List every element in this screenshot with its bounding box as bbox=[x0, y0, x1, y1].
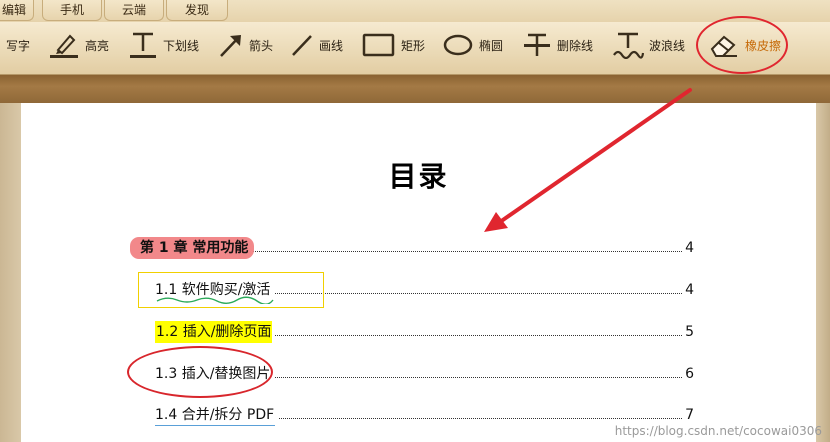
line-tool-label: 画线 bbox=[319, 38, 344, 53]
diagonal-arrow-icon bbox=[218, 31, 244, 59]
toc-leader-dots bbox=[279, 418, 684, 419]
eraser-callout-circle bbox=[696, 16, 788, 74]
tab-bar: 编辑 手机 云端 发现 bbox=[0, 0, 830, 22]
toc-leader-dots bbox=[275, 335, 684, 336]
wavy-line-tool-label: 波浪线 bbox=[649, 38, 686, 53]
highlight-tool-label: 高亮 bbox=[85, 38, 110, 53]
page-title: 目录 bbox=[388, 160, 449, 193]
arrow-tool-button[interactable]: 箭头 bbox=[218, 28, 273, 62]
write-tool-button[interactable]: 写字 bbox=[6, 28, 30, 62]
document-page: 目录 第 1 章 常用功能 4 1.1 软件购买/激活 4 1.2 插入/删除页… bbox=[21, 103, 816, 442]
line-tool-button[interactable]: 画线 bbox=[290, 28, 343, 62]
wavy-line-tool-button[interactable]: 波浪线 bbox=[612, 28, 685, 62]
toc-entry[interactable]: 第 1 章 常用功能 4 bbox=[130, 237, 694, 259]
wood-frame-right bbox=[816, 103, 830, 442]
rectangle-icon bbox=[362, 31, 396, 59]
underline-annotation bbox=[155, 425, 275, 426]
underline-text-icon bbox=[128, 31, 158, 59]
strikethrough-icon bbox=[522, 31, 552, 59]
toc-page-number: 7 bbox=[683, 404, 694, 426]
highlighter-icon bbox=[48, 31, 80, 59]
highlight-tool-button[interactable]: 高亮 bbox=[48, 28, 109, 62]
toc-leader-dots bbox=[275, 377, 684, 378]
wavy-underline-icon bbox=[612, 31, 644, 59]
strikethrough-tool-label: 删除线 bbox=[557, 38, 594, 53]
tab-cloud[interactable]: 云端 bbox=[104, 0, 164, 21]
toc-page-number: 5 bbox=[683, 321, 694, 343]
tab-mobile[interactable]: 手机 bbox=[42, 0, 102, 21]
toc-entry[interactable]: 1.2 插入/删除页面 5 bbox=[155, 321, 694, 343]
line-icon bbox=[290, 31, 314, 59]
wood-frame-left bbox=[0, 103, 21, 442]
toc-entry-label: 1.2 插入/删除页面 bbox=[155, 321, 273, 343]
underline-tool-button[interactable]: 下划线 bbox=[128, 28, 199, 62]
wood-divider bbox=[0, 75, 830, 103]
toc-page-number: 6 bbox=[683, 363, 694, 385]
toc-entry-label: 1.4 合并/拆分 PDF bbox=[155, 404, 277, 426]
toc-page-number: 4 bbox=[683, 237, 694, 259]
write-tool-label: 写字 bbox=[6, 38, 31, 53]
underline-tool-label: 下划线 bbox=[163, 38, 200, 53]
watermark: https://blog.csdn.net/cocowai0306 bbox=[614, 424, 822, 438]
ellipse-tool-label: 椭圆 bbox=[479, 38, 504, 53]
tab-discover[interactable]: 发现 bbox=[166, 0, 228, 21]
rectangle-annotation bbox=[138, 272, 324, 308]
toc-leader-dots bbox=[275, 293, 684, 294]
ellipse-icon bbox=[442, 31, 474, 59]
strikethrough-tool-button[interactable]: 删除线 bbox=[522, 28, 593, 62]
rectangle-tool-label: 矩形 bbox=[401, 38, 426, 53]
tab-edit[interactable]: 编辑 bbox=[0, 0, 34, 21]
toc-entry-label: 第 1 章 常用功能 bbox=[130, 237, 255, 259]
ellipse-annotation bbox=[127, 346, 273, 398]
rectangle-tool-button[interactable]: 矩形 bbox=[362, 28, 425, 62]
toc-entry[interactable]: 1.4 合并/拆分 PDF 7 bbox=[155, 404, 694, 426]
toc-page-number: 4 bbox=[683, 279, 694, 301]
toc-leader-dots bbox=[250, 251, 684, 252]
arrow-tool-label: 箭头 bbox=[249, 38, 274, 53]
ellipse-tool-button[interactable]: 椭圆 bbox=[442, 28, 503, 62]
